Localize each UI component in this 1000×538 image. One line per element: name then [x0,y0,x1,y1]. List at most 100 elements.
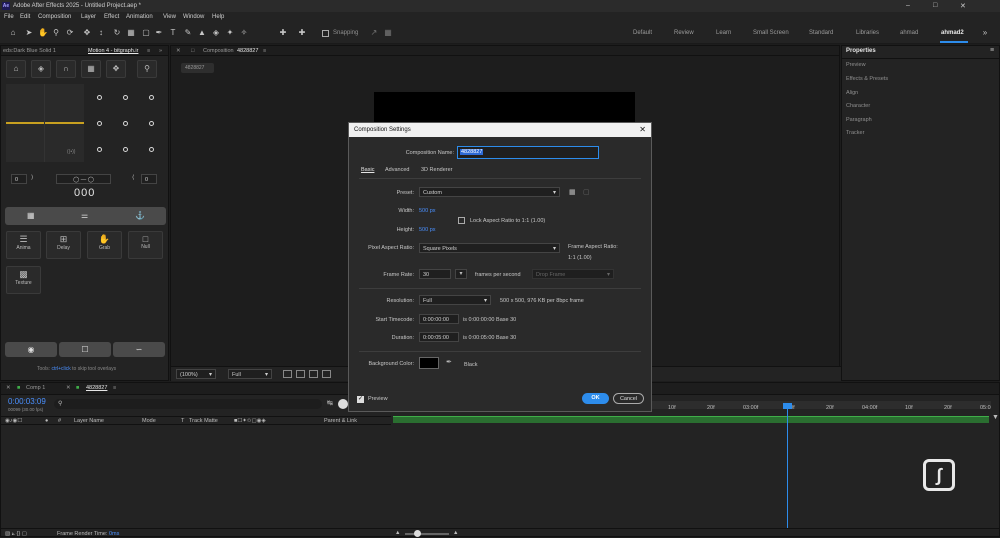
right-arrow-icon[interactable]: ⟨ [132,174,134,181]
texture-tool[interactable]: ▩ Texture [6,266,41,294]
menu-view[interactable]: View [163,14,176,20]
roto-tool-icon[interactable]: ✦ [225,28,235,38]
minimize-icon[interactable]: – [906,2,910,9]
pan-tool-icon[interactable]: ✥ [82,28,92,38]
dolly-tool-icon[interactable]: ↕ [96,28,106,38]
selection-tool-icon[interactable]: ➤ [24,28,34,38]
workspace-review[interactable]: Review [674,30,694,36]
tab-4828827[interactable]: 4828827 [86,385,107,391]
motion-drop-icon[interactable]: ◈ [31,60,51,78]
mask-tool-icon[interactable]: ▢ [141,28,151,38]
rotate-tool-icon[interactable]: ↻ [112,28,122,38]
brush-tool-icon[interactable]: ✎ [183,28,193,38]
comp-close-icon[interactable]: ✕ [176,48,181,54]
comp-tab-label[interactable]: Composition [203,48,234,54]
resolution-select[interactable]: Full ▾ [419,295,491,305]
comp-tab-name[interactable]: 4828827 [237,48,258,54]
draft-3d-icon[interactable] [338,399,348,409]
tab-effect-controls[interactable]: eds:Dark Blue Solid 1 [3,48,56,54]
eraser-tool-icon[interactable]: ◈ [211,28,221,38]
zoom-in-icon[interactable]: ▲ [453,530,458,536]
workspace-standard[interactable]: Standard [809,30,833,36]
anchor-dot[interactable] [97,147,102,152]
mask-visibility-icon[interactable] [322,370,331,378]
bg-color-swatch[interactable] [419,357,439,369]
distribute-icon[interactable]: ✚ [297,28,307,38]
delete-preset-icon[interactable]: ▢ [583,188,590,196]
panel-overflow-icon[interactable]: » [159,48,162,54]
close-window-icon[interactable]: ✕ [960,2,966,10]
orbit-tool-icon[interactable]: ⟳ [65,28,75,38]
eyedropper-icon[interactable]: ✒ [446,358,452,366]
preset-select[interactable]: Custom ▾ [419,187,560,197]
lock-button[interactable]: ☐ [59,342,111,357]
anchor-tool-icon[interactable]: ▦ [126,28,136,38]
menu-layer[interactable]: Layer [81,14,96,20]
save-preset-icon[interactable]: ▦ [569,188,576,196]
par-select[interactable]: Square Pixels ▾ [419,243,560,253]
maximize-icon[interactable]: □ [933,2,937,9]
ok-button[interactable]: OK [582,393,609,404]
fps-dropdown[interactable]: ▾ [455,269,467,279]
layer-search-input[interactable]: ⚲ [54,399,322,409]
snapping-checkbox[interactable] [322,30,329,37]
home-icon[interactable]: ⌂ [8,28,18,38]
work-area-bar[interactable] [393,416,989,423]
zoom-slider-thumb[interactable] [414,530,421,537]
anchor-dot[interactable] [97,95,102,100]
workspace-ahmad2[interactable]: ahmad2 [941,30,964,36]
motion-search-icon[interactable]: ⚲ [137,60,157,78]
dialog-close-icon[interactable]: ✕ [639,125,646,134]
panel-menu-icon[interactable]: ≡ [147,48,150,54]
motion-grid-icon[interactable]: ▦ [81,60,101,78]
current-timecode[interactable]: 0:00:03:09 [8,397,46,406]
panel-effects-presets[interactable]: Effects & Presets [846,76,888,82]
height-value[interactable]: 500 px [419,227,436,233]
panel-paragraph[interactable]: Paragraph [846,117,872,123]
type-tool-icon[interactable]: T [168,28,178,38]
preview-checkbox[interactable]: ✓ [357,396,364,403]
properties-menu-icon[interactable]: ≡ [990,47,994,54]
anima-tool[interactable]: ☰ Anima [6,231,41,259]
playhead[interactable] [787,403,788,529]
slider-field[interactable]: ◯ — ◯ [56,174,111,184]
lock-aspect-checkbox[interactable] [458,217,465,224]
width-value[interactable]: 500 px [419,208,436,214]
zoom-out-icon[interactable]: ▲ [395,530,400,536]
menu-effect[interactable]: Effect [104,14,119,20]
end-marker-icon[interactable]: ▼ [992,414,999,421]
anchor-dot[interactable] [149,95,154,100]
tab-3d-renderer[interactable]: 3D Renderer [421,167,453,173]
resolution-select[interactable]: Full ▾ [228,369,272,379]
null-tool[interactable]: □ Null [128,231,163,259]
workspace-small-screen[interactable]: Small Screen [753,30,789,36]
tab-motion[interactable]: Motion 4 - bitgraph.ir [88,48,138,54]
workspace-default[interactable]: Default [633,30,652,36]
workspace-ahmad[interactable]: ahmad [900,30,918,36]
comp-menu-icon[interactable]: ≡ [263,48,266,54]
menu-edit[interactable]: Edit [20,14,30,20]
anchor-dot[interactable] [123,95,128,100]
playhead-handle[interactable] [783,403,792,409]
anchor-dot[interactable] [97,121,102,126]
menu-animation[interactable]: Animation [126,14,153,20]
left-value-field[interactable]: 0 [11,174,27,184]
hand-tool-icon[interactable]: ✋ [38,28,48,38]
tab-advanced[interactable]: Advanced [385,167,409,173]
zoom-tool-icon[interactable]: ⚲ [51,28,61,38]
region-icon[interactable] [283,370,292,378]
clone-tool-icon[interactable]: ▲ [197,28,207,38]
delay-tool[interactable]: ⊞ Delay [46,231,81,259]
menu-composition[interactable]: Composition [38,14,71,20]
puppet-tool-icon[interactable]: ✧ [239,28,249,38]
comp-name-input[interactable]: 4828827 [457,146,599,159]
timeline-close-icon[interactable]: ✕ [6,385,11,391]
workspace-menu-icon[interactable]: » [980,28,990,38]
zoom-slider-track[interactable] [405,533,449,535]
anchor-dot[interactable] [123,147,128,152]
workspace-learn[interactable]: Learn [716,30,731,36]
align-center-icon[interactable]: ⚌ [81,211,88,220]
left-arrow-icon[interactable]: ⟩ [31,174,33,181]
menu-window[interactable]: Window [183,14,204,20]
anchor-dot[interactable] [149,147,154,152]
